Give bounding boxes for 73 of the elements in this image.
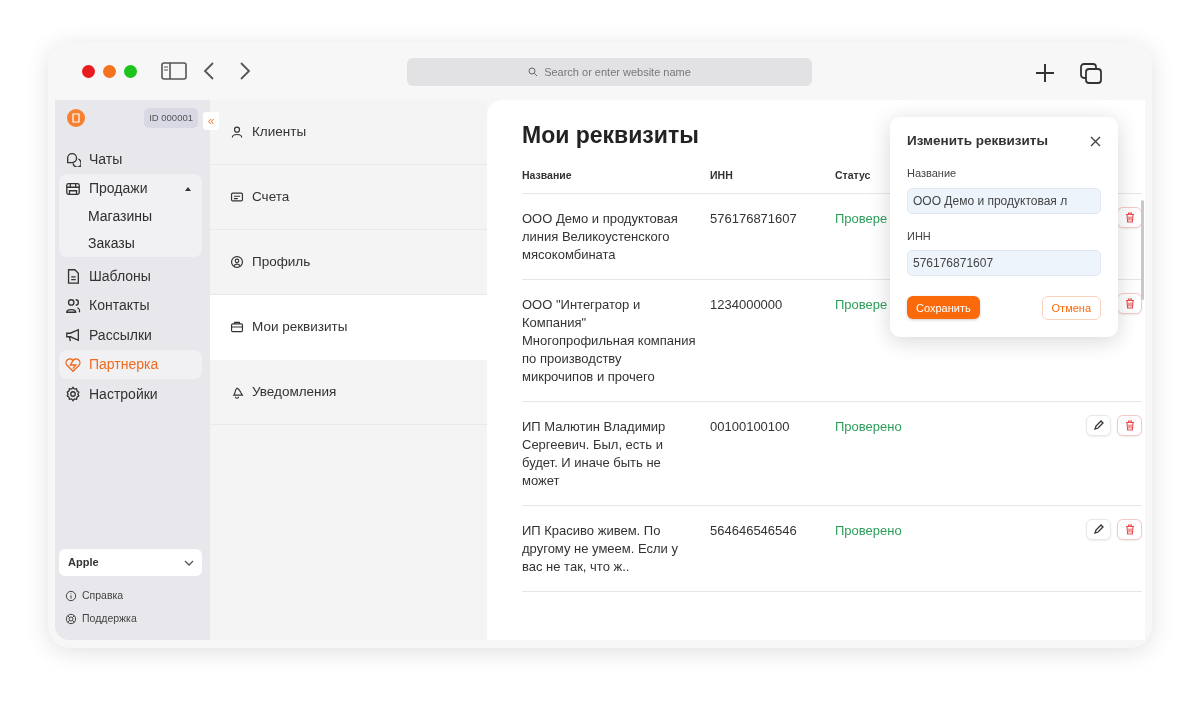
lifebuoy-icon — [65, 612, 77, 625]
close-window-button[interactable] — [82, 64, 95, 78]
trash-icon — [1124, 212, 1135, 224]
page-title: Мои реквизиты — [522, 122, 699, 150]
info-icon — [65, 589, 77, 602]
chat-icon — [65, 151, 81, 167]
table-cell-text: 576176871607 — [710, 210, 798, 229]
input-field[interactable]: 576176871607 — [907, 250, 1101, 277]
input-field[interactable]: ООО Демо и продуктовая л — [907, 187, 1101, 214]
sidebar-item[interactable]: Контакты — [59, 290, 202, 321]
edit-button[interactable] — [1086, 519, 1111, 541]
table-cell-text: 1234000000 — [710, 296, 784, 315]
status-text: Проверено — [835, 418, 902, 437]
tabs-overview-icon[interactable] — [1080, 63, 1102, 84]
field-label: Название — [907, 166, 958, 182]
table-cell-text: 564646546546 — [710, 522, 798, 541]
chevron-down-icon — [184, 559, 194, 566]
sidebar-item[interactable]: Чаты — [59, 144, 202, 174]
search-icon — [528, 67, 539, 77]
sidebar-item[interactable]: Рассылки — [59, 320, 202, 350]
sidebar-subitem[interactable]: Магазины — [59, 203, 202, 231]
table-cell-text: ООО "Интегратор и Компания" Многопрофильная компания по производству микрочипов и прочего — [522, 296, 697, 387]
company-select[interactable]: Apple — [59, 549, 202, 576]
sidebar-item[interactable]: Шаблоны — [59, 261, 202, 291]
column-header: Название — [522, 167, 572, 183]
user-icon — [230, 125, 244, 139]
sidebar-item[interactable]: Настройки — [59, 379, 202, 409]
forward-icon[interactable] — [239, 62, 251, 80]
card-icon — [230, 190, 244, 204]
sidebar-toggle-icon[interactable] — [161, 62, 187, 80]
new-tab-icon[interactable] — [1035, 63, 1055, 83]
status-text: Провере — [835, 296, 888, 315]
people-icon — [65, 297, 81, 314]
delete-button[interactable] — [1117, 519, 1142, 541]
caret-icon[interactable] — [184, 185, 192, 192]
address-bar[interactable]: Search or enter website name — [407, 58, 812, 86]
status-text: Проверено — [835, 522, 902, 541]
column-header: Статус — [835, 167, 871, 183]
heart-icon — [65, 356, 81, 373]
back-icon[interactable] — [203, 62, 215, 80]
trash-icon — [1124, 524, 1135, 536]
profile-icon — [230, 255, 244, 269]
status-text: Провере — [835, 210, 888, 229]
address-placeholder: Search or enter website name — [544, 64, 691, 80]
table-cell-text: 00100100100 — [710, 418, 791, 437]
trash-icon — [1124, 420, 1135, 432]
logo-icon — [67, 109, 85, 128]
sidebar-subitem[interactable]: Заказы — [59, 230, 202, 258]
settings-menu-item[interactable]: Мои реквизиты — [210, 295, 487, 360]
table-cell-text: ООО Демо и продуктовая линия Великоустенского мясокомбината — [522, 210, 679, 265]
delete-button[interactable] — [1117, 415, 1142, 437]
pencil-icon — [1093, 420, 1104, 432]
table-cell-text: ИП Красиво живем. По другому не умеем. Если у вас не так, что ж.. — [522, 522, 679, 577]
column-header: ИНН — [710, 167, 733, 183]
settings-icon — [65, 386, 81, 402]
trash-icon — [1124, 298, 1135, 310]
pencil-icon — [1093, 524, 1104, 536]
megaphone-icon — [65, 327, 81, 343]
help-link[interactable]: Справка — [59, 584, 202, 607]
table-cell-text: ИП Малютин Владимир Сергеевич. Был, есть и будет. И иначе быть не может — [522, 418, 667, 491]
scrollbar[interactable] — [1141, 200, 1144, 300]
edit-button[interactable] — [1086, 415, 1111, 437]
briefcase-icon — [230, 320, 244, 334]
help-link[interactable]: Поддержка — [59, 607, 202, 630]
minimize-window-button[interactable] — [103, 64, 116, 78]
close-icon[interactable] — [1090, 135, 1101, 147]
store-icon — [65, 180, 81, 197]
document-icon — [65, 268, 81, 284]
dialog-title: Изменить реквизиты — [907, 132, 1048, 150]
field-label: ИНН — [907, 228, 932, 244]
sidebar-item[interactable]: Продажи — [59, 173, 202, 204]
account-id-badge: ID 000001 — [144, 108, 198, 129]
bell-icon — [230, 385, 244, 399]
